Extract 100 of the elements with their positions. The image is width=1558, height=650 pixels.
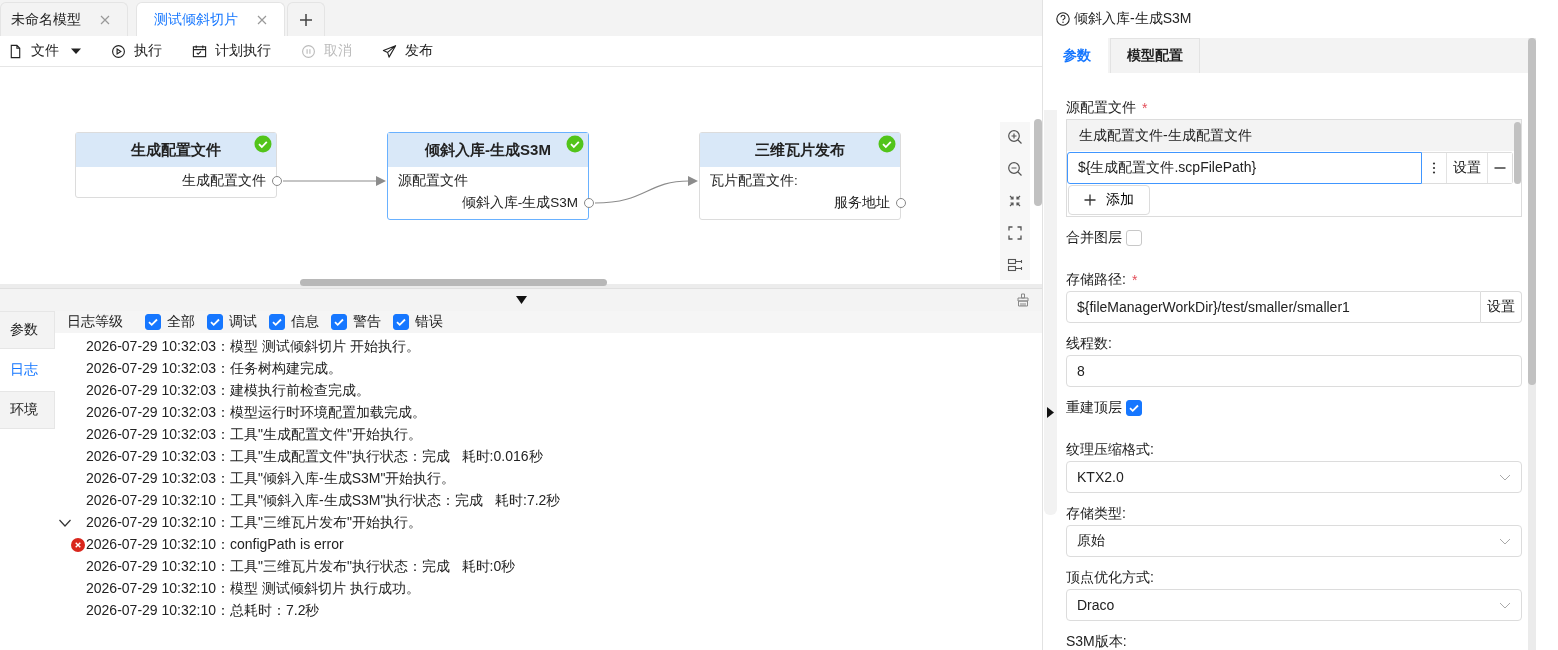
field-label: 源配置文件 [1066,99,1136,117]
log-entry: 2026-07-29 10:32:10：总耗时：7.2秒 [86,602,320,620]
layout-icon [1007,257,1023,273]
expand-icon [1047,407,1054,418]
field-label: 重建顶层 [1066,399,1122,417]
port-label: 源配置文件 [398,173,468,188]
log-entry: 2026-07-29 10:32:10：工具"三维瓦片发布"执行状态：完成 耗时:0秒 [86,558,516,576]
scrollbar[interactable] [1514,122,1521,184]
required-mark: * [1131,272,1138,288]
checkbox[interactable] [331,314,347,330]
check-icon [333,316,345,328]
editor-tab[interactable]: 未命名模型 [0,2,128,36]
panel-handle[interactable] [1044,110,1057,515]
scrollbar[interactable] [1034,119,1042,206]
pause-icon [301,43,316,59]
port-label: 倾斜入库-生成S3M [461,195,578,210]
port-label: 生成配置文件 [182,173,266,188]
checkbox-label: 警告 [353,313,381,331]
send-icon [382,43,397,59]
log-entry: 2026-07-29 10:32:10：模型 测试倾斜切片 执行成功。 [86,580,420,598]
log-entry: 2026-07-29 10:32:03：建模执行前检查完成。 [86,382,370,400]
checkbox-label: 错误 [415,313,443,331]
port-circle-icon[interactable] [272,176,282,186]
file-icon [8,43,23,59]
check-icon [395,316,407,328]
checkbox-label: 全部 [167,313,195,331]
field-label: 存储路径: [1066,271,1126,289]
collapse-icon[interactable] [515,296,527,304]
log-level-label: 日志等级 [67,313,123,331]
toolbar-button[interactable]: 文件 [8,42,81,60]
calendar-icon [192,43,207,59]
select-field[interactable]: KTX2.0 [1066,461,1522,493]
side-tab[interactable]: 环境 [0,391,55,429]
close-icon[interactable] [256,13,268,26]
caret-icon [71,46,81,56]
port-circle-icon[interactable] [896,198,906,208]
set-button[interactable]: 设置 [1481,291,1522,323]
input-field[interactable]: ${fileManagerWorkDir}/test/smaller/smaller1 [1066,291,1481,323]
broom-icon[interactable] [1016,293,1030,307]
add-button[interactable]: 添加 [1068,185,1150,215]
check-icon [271,316,283,328]
plus-icon [299,12,313,27]
toolbar-button[interactable]: 执行 [111,42,162,60]
log-entry: 2026-07-29 10:32:03：任务树构建完成。 [86,360,342,378]
workflow-node[interactable]: 生成配置文件 生成配置文件 [75,132,277,198]
select-field[interactable]: Draco [1066,589,1522,621]
help-icon[interactable] [1056,12,1070,26]
scrollbar[interactable] [1528,38,1536,385]
node-title: 三维瓦片发布 [700,133,900,167]
toolbar-button[interactable]: 计划执行 [192,42,271,60]
checkbox[interactable] [145,314,161,330]
log-entry: 2026-07-29 10:32:10：工具"三维瓦片发布"开始执行。 [86,514,422,532]
play-icon [111,43,126,59]
panel-tab[interactable]: 参数 [1046,38,1108,73]
log-entry: 2026-07-29 10:32:03：工具"生成配置文件"开始执行。 [86,426,422,444]
workflow-node[interactable]: 倾斜入库-生成S3M 源配置文件 倾斜入库-生成S3M [387,132,589,220]
log-entry: 2026-07-29 10:32:10：configPath is error [86,536,344,554]
close-icon[interactable] [99,13,111,26]
field-label: 纹理压缩格式: [1066,441,1154,459]
editor-tab[interactable]: 测试倾斜切片 [136,2,285,36]
log-entry: 2026-07-29 10:32:10：工具"倾斜入库-生成S3M"执行状态：完成 耗时:7.2秒 [86,492,561,510]
checkbox[interactable] [1126,400,1142,416]
field-label: 存储类型: [1066,505,1126,523]
input-field[interactable]: 8 [1066,355,1522,387]
check-icon [209,316,221,328]
check-icon [147,316,159,328]
workflow-node[interactable]: 三维瓦片发布 瓦片配置文件: 服务地址 [699,132,901,220]
log-entry: 2026-07-29 10:32:03：模型运行时环境配置加载完成。 [86,404,426,422]
select-field[interactable]: 原始 [1066,525,1522,557]
scrollbar[interactable] [300,279,607,286]
zoom-in-icon [1007,129,1023,145]
new-tab-button[interactable] [287,2,325,36]
field-label: 线程数: [1066,335,1112,353]
checkbox[interactable] [207,314,223,330]
node-title: 生成配置文件 [76,133,276,167]
field-label: 顶点优化方式: [1066,569,1154,587]
plus-icon [1084,194,1096,206]
log-entry: 2026-07-29 10:32:03：工具"生成配置文件"执行状态：完成 耗时:0.016秒 [86,448,543,466]
field-label: 合并图层 [1066,229,1122,247]
checkbox[interactable] [269,314,285,330]
checkbox[interactable] [393,314,409,330]
zoom-out-icon [1007,161,1023,177]
log-entry: 2026-07-29 10:32:03：模型 测试倾斜切片 开始执行。 [86,338,420,356]
checkbox-label: 信息 [291,313,319,331]
fullscreen-icon [1007,225,1023,241]
source-header: 生成配置文件-生成配置文件 [1067,120,1521,151]
panel-tab[interactable]: 模型配置 [1110,38,1200,73]
port-label: 服务地址 [834,195,890,210]
log-entry: 2026-07-29 10:32:03：工具"倾斜入库-生成S3M"开始执行。 [86,470,456,488]
panel-title: 倾斜入库-生成S3M [1074,10,1192,28]
field-label: S3M版本: [1066,633,1127,650]
side-tab[interactable]: 参数 [0,311,55,349]
checkbox-label: 调试 [229,313,257,331]
check-icon [1128,402,1140,414]
checkbox[interactable] [1126,230,1142,246]
input-field[interactable]: ${生成配置文件.scpFilePath} [1067,152,1422,184]
port-circle-icon[interactable] [584,198,594,208]
port-label: 瓦片配置文件: [710,173,798,188]
required-mark: * [1142,100,1148,116]
toolbar-button[interactable]: 发布 [382,42,433,60]
